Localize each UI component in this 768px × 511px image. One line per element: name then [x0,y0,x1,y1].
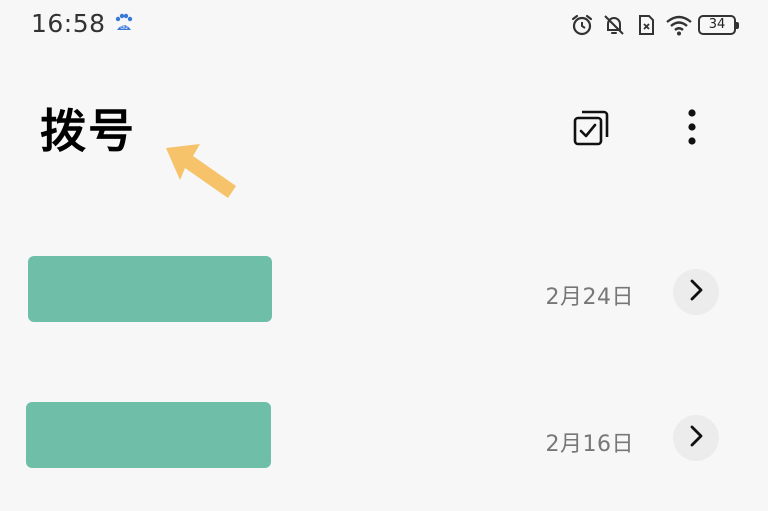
call-detail-button[interactable] [673,269,719,315]
chevron-right-icon [686,424,706,452]
app-notification-icon: du [113,12,135,34]
svg-text:du: du [120,24,128,31]
alarm-icon [570,13,594,37]
call-log-item[interactable]: 2月16日 [0,380,768,500]
notifications-off-icon [602,13,626,37]
wifi-icon [666,13,692,37]
call-date: 2月16日 [545,432,634,457]
chevron-right-icon [686,278,706,306]
multi-select-icon [571,107,611,151]
status-bar: 16:58 du 34 [0,0,768,52]
annotation-arrow-icon [160,140,242,204]
status-time: 16:58 [31,9,106,38]
call-detail-button[interactable] [673,415,719,461]
status-icons: 34 [570,11,739,39]
more-vert-icon [687,107,697,151]
multi-select-button[interactable] [568,106,614,152]
page-title: 拨号 [40,104,136,158]
battery-level: 34 [708,17,726,32]
redacted-contact-name [26,402,271,468]
call-log-item[interactable]: 2月24日 [0,232,768,352]
more-options-button[interactable] [676,106,708,152]
redacted-contact-name [28,256,272,322]
no-sim-icon [634,13,658,37]
battery-icon: 34 [698,15,739,35]
call-date: 2月24日 [545,285,634,310]
